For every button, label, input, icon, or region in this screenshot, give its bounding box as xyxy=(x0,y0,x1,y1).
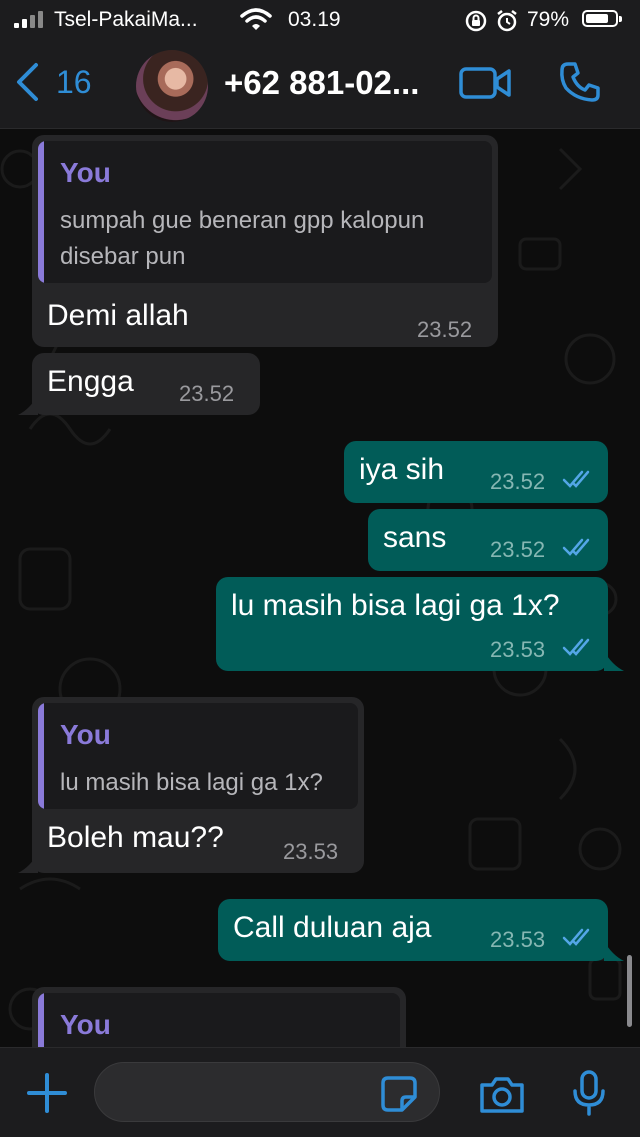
message-time: 23.52 xyxy=(490,537,546,562)
quote-accent-bar xyxy=(38,703,44,809)
camera-icon[interactable] xyxy=(478,1076,526,1114)
back-button[interactable]: 16 xyxy=(14,62,92,102)
message-input-bar xyxy=(0,1047,640,1137)
message-incoming[interactable]: You sumpah gue beneran gpp kalopun diseb… xyxy=(32,135,498,347)
message-outgoing[interactable]: sans 23.52 xyxy=(368,509,608,571)
quoted-message[interactable]: You lu masih bisa lagi ga 1x? xyxy=(38,703,358,809)
status-time: 03.19 xyxy=(288,8,341,31)
message-text: Demi allah xyxy=(47,299,189,332)
message-time: 23.53 xyxy=(490,637,546,662)
quote-author: You xyxy=(60,1009,111,1040)
message-outgoing[interactable]: lu masih bisa lagi ga 1x? 23.53 xyxy=(216,577,608,671)
message-text: lu masih bisa lagi ga 1x? xyxy=(231,589,560,622)
quote-text-line: disebar pun xyxy=(60,243,186,270)
avatar[interactable] xyxy=(136,50,208,122)
bubble-tail xyxy=(604,651,624,671)
read-receipt-icon xyxy=(562,538,590,556)
rotation-lock-icon xyxy=(465,10,487,32)
quote-accent-bar xyxy=(38,141,44,283)
battery-icon xyxy=(582,10,622,27)
bubble-tail xyxy=(18,395,38,415)
message-incoming[interactable]: You lu masih bisa lagi ga 1x? Boleh mau?… xyxy=(32,697,364,873)
quoted-message[interactable]: You sumpah gue beneran gpp kalopun diseb… xyxy=(38,141,492,283)
quote-text-line: sumpah gue beneran gpp kalopun xyxy=(60,207,425,234)
chat-area[interactable]: You sumpah gue beneran gpp kalopun diseb… xyxy=(0,129,640,1047)
message-incoming[interactable]: You xyxy=(32,987,406,1047)
quote-accent-bar xyxy=(38,993,44,1047)
quote-text-line: lu masih bisa lagi ga 1x? xyxy=(60,769,323,796)
plus-icon[interactable] xyxy=(26,1072,68,1114)
sticker-icon[interactable] xyxy=(380,1075,418,1113)
video-call-icon[interactable] xyxy=(458,66,512,100)
message-text: Boleh mau?? xyxy=(47,821,224,854)
bubble-tail xyxy=(18,853,38,873)
quoted-message[interactable]: You xyxy=(38,993,400,1047)
message-time: 23.53 xyxy=(490,927,546,952)
read-receipt-icon xyxy=(562,928,590,946)
chevron-left-icon xyxy=(17,63,38,101)
message-time: 23.52 xyxy=(179,381,235,406)
wifi-icon xyxy=(240,8,272,30)
message-incoming[interactable]: Engga 23.52 xyxy=(32,353,260,415)
bubble-tail xyxy=(604,941,624,961)
carrier-name: Tsel-PakaiMa... xyxy=(54,8,198,31)
contact-name[interactable]: +62 881-02... xyxy=(224,64,419,102)
message-text: sans xyxy=(383,521,447,554)
message-time: 23.52 xyxy=(490,469,546,494)
status-bar: Tsel-PakaiMa... 03.19 79% xyxy=(0,0,640,40)
message-outgoing[interactable]: Call duluan aja 23.53 xyxy=(218,899,608,961)
alarm-icon xyxy=(497,10,517,32)
cellular-signal-icon xyxy=(14,11,43,28)
phone-icon[interactable] xyxy=(558,60,602,104)
read-receipt-icon xyxy=(562,638,590,656)
quote-author: You xyxy=(60,157,111,188)
chat-header: 16 +62 881-02... xyxy=(0,40,640,129)
message-text: iya sih xyxy=(359,453,445,486)
microphone-icon[interactable] xyxy=(572,1070,606,1116)
read-receipt-icon xyxy=(562,470,590,488)
scrollbar[interactable] xyxy=(627,955,632,1027)
message-time: 23.52 xyxy=(417,317,473,342)
message-outgoing[interactable]: iya sih 23.52 xyxy=(344,441,608,503)
message-time: 23.53 xyxy=(283,839,339,864)
battery-percent: 79% xyxy=(527,8,570,31)
quote-author: You xyxy=(60,719,111,750)
unread-chats-count: 16 xyxy=(56,63,92,100)
message-text: Call duluan aja xyxy=(233,911,432,944)
message-text: Engga xyxy=(47,365,134,398)
